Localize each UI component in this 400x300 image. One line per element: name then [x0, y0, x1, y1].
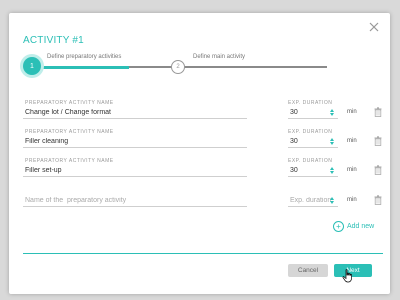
add-new-button[interactable]: + Add new — [333, 221, 374, 232]
new-activity-row: min — [23, 188, 383, 214]
close-icon[interactable] — [368, 21, 380, 33]
plus-circle-icon: + — [333, 221, 344, 232]
trash-icon[interactable] — [374, 195, 382, 205]
activity-row: PREPARATORY ACTIVITY NAME EXP. DURATION … — [23, 100, 383, 126]
stepper-progress-done — [33, 66, 129, 69]
hand-pointer-icon — [342, 269, 352, 283]
activity-name-label: PREPARATORY ACTIVITY NAME — [25, 158, 114, 164]
duration-stepper[interactable] — [329, 136, 335, 147]
activity-name-input[interactable] — [23, 165, 247, 177]
duration-unit: min — [347, 167, 357, 173]
duration-label: EXP. DURATION — [288, 158, 333, 164]
duration-stepper[interactable] — [329, 165, 335, 176]
duration-label: EXP. DURATION — [288, 100, 333, 106]
activity-modal: ACTIVITY #1 1 Define preparatory activit… — [9, 13, 390, 294]
duration-unit: min — [347, 197, 357, 203]
footer-divider — [23, 253, 383, 254]
trash-icon[interactable] — [374, 107, 382, 117]
step-2-label: Define main activity — [193, 54, 246, 60]
duration-label: EXP. DURATION — [288, 129, 333, 135]
duration-stepper[interactable] — [329, 195, 335, 206]
trash-icon[interactable] — [374, 136, 382, 146]
step-2-indicator[interactable]: 2 — [171, 60, 185, 74]
duration-stepper[interactable] — [329, 107, 335, 118]
add-new-label: Add new — [347, 223, 375, 230]
activity-name-input[interactable] — [23, 107, 247, 119]
activity-row: PREPARATORY ACTIVITY NAME EXP. DURATION … — [23, 158, 383, 184]
trash-icon[interactable] — [374, 165, 382, 175]
step-1-indicator[interactable]: 1 — [23, 57, 41, 75]
activity-row: PREPARATORY ACTIVITY NAME EXP. DURATION … — [23, 129, 383, 155]
activity-name-input[interactable] — [23, 136, 247, 148]
activity-name-label: PREPARATORY ACTIVITY NAME — [25, 129, 114, 135]
stepper-progress-pending — [129, 66, 327, 68]
duration-unit: min — [347, 109, 357, 115]
duration-unit: min — [347, 138, 357, 144]
activity-name-label: PREPARATORY ACTIVITY NAME — [25, 100, 114, 106]
cancel-button[interactable]: Cancel — [288, 264, 328, 277]
modal-title: ACTIVITY #1 — [23, 35, 84, 46]
new-activity-name-input[interactable] — [23, 195, 247, 207]
step-1-label: Define preparatory activities — [47, 54, 122, 60]
